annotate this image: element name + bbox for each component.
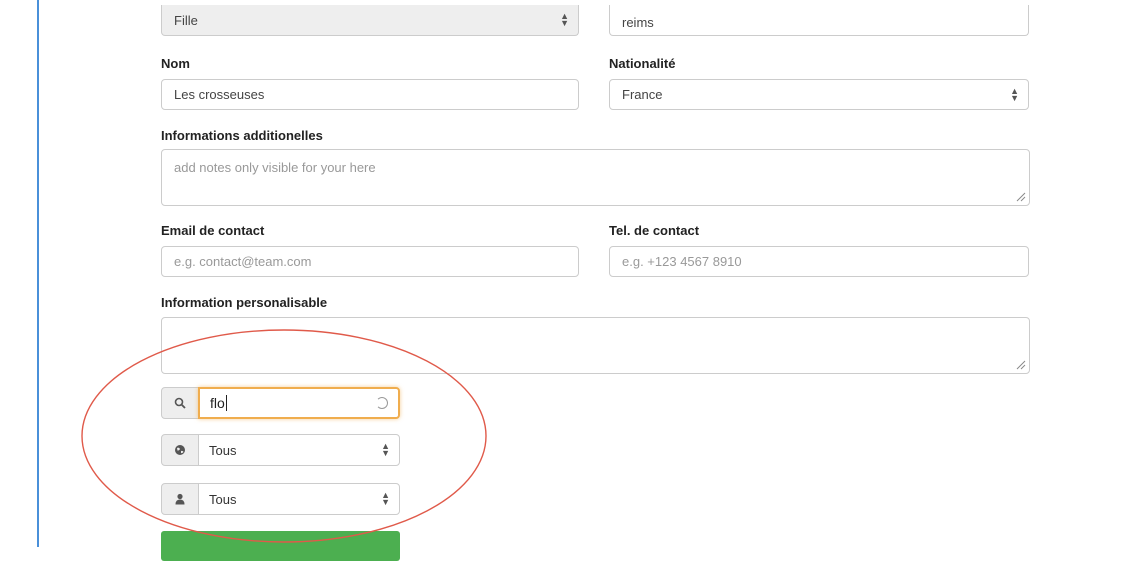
resize-handle-icon[interactable] bbox=[1016, 192, 1026, 202]
contact-email-input[interactable]: e.g. contact@team.com bbox=[161, 246, 579, 277]
custom-info-label: Information personalisable bbox=[161, 295, 328, 310]
contact-phone-placeholder: e.g. +123 4567 8910 bbox=[622, 254, 742, 269]
additional-info-textarea[interactable]: add notes only visible for your here bbox=[161, 149, 1030, 206]
left-border bbox=[37, 0, 39, 547]
select-arrows-icon: ▲ ▼ bbox=[381, 490, 390, 507]
gender-select-value: Fille bbox=[174, 12, 198, 28]
loading-spinner-icon bbox=[376, 397, 388, 409]
user-icon bbox=[175, 493, 185, 505]
name-input-value: Les crosseuses bbox=[174, 87, 265, 102]
city-input-value: reims bbox=[622, 14, 654, 30]
globe-addon bbox=[161, 434, 199, 466]
submit-button[interactable] bbox=[161, 531, 400, 561]
nationality-label: Nationalité bbox=[609, 56, 676, 71]
text-caret bbox=[225, 395, 227, 411]
globe-icon bbox=[175, 445, 185, 455]
search-addon bbox=[161, 387, 199, 419]
user-addon bbox=[161, 483, 199, 515]
gender-select[interactable]: Fille ▲ ▼ bbox=[161, 5, 579, 36]
person-select[interactable]: Tous ▲ ▼ bbox=[198, 483, 400, 515]
contact-email-placeholder: e.g. contact@team.com bbox=[174, 254, 312, 269]
custom-info-textarea[interactable] bbox=[161, 317, 1030, 374]
name-input[interactable]: Les crosseuses bbox=[161, 79, 579, 110]
nationality-select[interactable]: France ▲ ▼ bbox=[609, 79, 1029, 110]
select-arrows-icon: ▲ ▼ bbox=[560, 11, 569, 28]
name-label: Nom bbox=[161, 56, 190, 71]
resize-handle-icon[interactable] bbox=[1016, 360, 1026, 370]
contact-email-label: Email de contact bbox=[161, 223, 265, 238]
additional-info-label: Informations additionelles bbox=[161, 128, 323, 143]
additional-info-placeholder: add notes only visible for your here bbox=[174, 160, 376, 175]
contact-phone-label: Tel. de contact bbox=[609, 223, 700, 238]
nationality-select-value: France bbox=[622, 87, 663, 102]
region-select[interactable]: Tous ▲ ▼ bbox=[198, 434, 400, 466]
search-input[interactable]: flo bbox=[198, 387, 400, 419]
region-select-value: Tous bbox=[209, 442, 237, 458]
search-input-value: flo bbox=[210, 395, 225, 411]
search-icon bbox=[174, 397, 186, 409]
select-arrows-icon: ▲ ▼ bbox=[1010, 85, 1019, 103]
select-arrows-icon: ▲ ▼ bbox=[381, 441, 390, 458]
city-input[interactable]: reims bbox=[609, 5, 1029, 36]
person-select-value: Tous bbox=[209, 491, 237, 507]
contact-phone-input[interactable]: e.g. +123 4567 8910 bbox=[609, 246, 1029, 277]
